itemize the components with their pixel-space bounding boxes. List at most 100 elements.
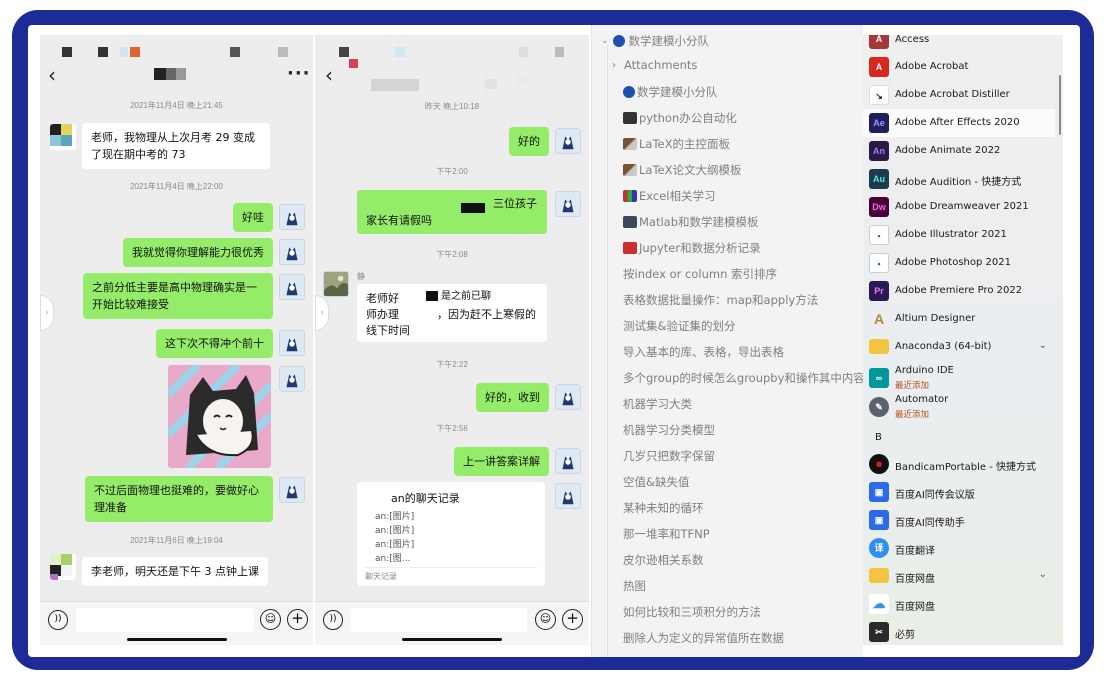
- more-options-icon[interactable]: ···: [287, 63, 311, 84]
- tree-item-label: 机器学习分类模型: [623, 423, 715, 437]
- app-name: Adobe Animate 2022: [895, 145, 1001, 156]
- message-bubble[interactable]: 三位孩子 家长有请假吗: [357, 190, 547, 234]
- scientist-icon: [623, 216, 637, 228]
- app-item-arduino[interactable]: ∞ Arduino IDE 最近添加: [863, 363, 1063, 393]
- tree-item[interactable]: LaTeX的主控面板: [623, 136, 730, 152]
- message-bubble[interactable]: 好的，收到: [476, 383, 549, 412]
- tree-item[interactable]: 按index or column 索引排序: [623, 266, 777, 282]
- teacher-avatar[interactable]: [279, 330, 305, 356]
- student-avatar[interactable]: [50, 554, 76, 580]
- teacher-avatar[interactable]: [279, 366, 305, 392]
- app-item-photoshop[interactable]: ▪ Adobe Photoshop 2021: [863, 249, 1063, 277]
- tree-item[interactable]: Excel相关学习: [623, 188, 715, 204]
- chevron-down-icon[interactable]: ⌄: [1039, 569, 1047, 580]
- tree-item[interactable]: LaTeX论文大纲模板: [623, 162, 741, 178]
- teacher-avatar[interactable]: [555, 128, 581, 154]
- tree-item[interactable]: 那一堆率和TFNP: [623, 526, 710, 542]
- app-item-premiere[interactable]: Pr Adobe Premiere Pro 2022: [863, 277, 1063, 305]
- back-icon[interactable]: ‹: [325, 65, 333, 85]
- tree-item[interactable]: 空值&缺失值: [623, 474, 689, 490]
- tree-item[interactable]: 多个group的时候怎么groupby和操作其中内容: [623, 370, 865, 386]
- sticker-image[interactable]: [168, 365, 271, 468]
- message-bubble[interactable]: 不过后面物理也挺难的，要做好心理准备: [85, 476, 273, 522]
- app-item-audition[interactable]: Au Adobe Audition - 快捷方式: [863, 165, 1063, 193]
- teacher-avatar[interactable]: [555, 191, 581, 217]
- tree-item[interactable]: 测试集&验证集的划分: [623, 318, 735, 334]
- teacher-avatar[interactable]: [279, 239, 305, 265]
- teacher-avatar[interactable]: [279, 204, 305, 230]
- tree-item[interactable]: 删除人为定义的异常值所在数据: [623, 630, 784, 646]
- tree-item[interactable]: 导入基本的库、表格，导出表格: [623, 344, 784, 360]
- message-bubble[interactable]: 李老师，明天还是下午 3 点钟上课: [82, 557, 268, 586]
- app-item-acrobat-distiller[interactable]: ↘ Adobe Acrobat Distiller: [863, 81, 1063, 109]
- teacher-avatar[interactable]: [555, 483, 581, 509]
- add-attachment-icon[interactable]: +: [562, 609, 583, 630]
- message-bubble[interactable]: 好哇: [233, 203, 273, 232]
- app-item-adobe-acrobat[interactable]: A Adobe Acrobat: [863, 53, 1063, 81]
- app-item-bijian[interactable]: ✂ 必剪: [863, 618, 1063, 645]
- chevron-down-icon[interactable]: ⌄: [1039, 340, 1047, 351]
- message-bubble[interactable]: 老师，我物理从上次月考 29 变成了现在期中考的 73: [82, 123, 270, 169]
- app-folder-anaconda[interactable]: Anaconda3 (64-bit) ⌄: [863, 333, 1063, 361]
- message-bubble[interactable]: 我就觉得你理解能力很优秀: [123, 238, 273, 267]
- app-item-baidu-ai-assistant[interactable]: ▣ 百度AI同传助手: [863, 506, 1063, 534]
- message-bubble[interactable]: 这下次不得冲个前十: [156, 329, 273, 358]
- tree-item-attachments[interactable]: › Attachments: [612, 58, 697, 72]
- message-bubble[interactable]: 好的: [509, 127, 549, 156]
- app-item-after-effects[interactable]: Ae Adobe After Effects 2020: [863, 109, 1055, 137]
- message-input[interactable]: [76, 608, 254, 632]
- teacher-avatar[interactable]: [555, 448, 581, 474]
- voice-input-icon[interactable]: )): [48, 610, 68, 630]
- tree-item[interactable]: 机器学习分类模型: [623, 422, 715, 438]
- mosaic-block: [395, 47, 405, 57]
- tree-item[interactable]: Jupyter和数据分析记录: [623, 240, 761, 256]
- message-bubble[interactable]: 上一讲答案详解: [454, 447, 549, 476]
- add-attachment-icon[interactable]: +: [287, 609, 308, 630]
- app-item-access[interactable]: A Access: [863, 35, 1063, 53]
- tree-root-item[interactable]: ⌄ 数学建模小分队: [601, 33, 709, 49]
- chat-input-bar: )) ☺ +: [40, 601, 313, 645]
- teacher-avatar[interactable]: [555, 384, 581, 410]
- message-bubble[interactable]: 老师好 是之前已聊 师办理 ，因为赶不上寒假的 线下时间: [357, 284, 547, 342]
- student-avatar[interactable]: [50, 124, 76, 150]
- voice-input-icon[interactable]: )): [323, 610, 343, 630]
- app-item-baidu-netdisk[interactable]: ☁ 百度网盘: [863, 590, 1063, 618]
- app-item-baidu-ai-meeting[interactable]: ▣ 百度AI同传会议版: [863, 478, 1063, 506]
- teacher-avatar[interactable]: [279, 477, 305, 503]
- tree-item[interactable]: 热图: [623, 578, 646, 594]
- app-item-illustrator[interactable]: ▪ Adobe Illustrator 2021: [863, 221, 1063, 249]
- altium-icon: A: [873, 311, 885, 327]
- app-item-animate[interactable]: An Adobe Animate 2022: [863, 137, 1063, 165]
- tree-item[interactable]: 如何比较和三项积分的方法: [623, 604, 761, 620]
- tree-item[interactable]: 表格数据批量操作：map和apply方法: [623, 292, 818, 308]
- message-input[interactable]: [351, 608, 527, 632]
- tree-item[interactable]: 数学建模小分队: [623, 84, 718, 100]
- app-item-altium[interactable]: A Altium Designer: [863, 305, 1063, 333]
- chevron-down-icon: ⌄: [601, 36, 609, 46]
- folder-icon: [869, 568, 889, 583]
- message-bubble[interactable]: 之前分低主要是高中物理确实是一开始比较难接受: [83, 273, 273, 319]
- animate-icon: An: [869, 141, 889, 161]
- chat-timestamp: 2021年11月4日 晚上22:00: [130, 182, 223, 191]
- app-name: Adobe Dreamweaver 2021: [895, 201, 1029, 212]
- tree-item[interactable]: python办公自动化: [623, 110, 737, 126]
- emoji-icon[interactable]: ☺: [535, 609, 556, 630]
- emoji-icon[interactable]: ☺: [260, 609, 281, 630]
- teacher-avatar[interactable]: [279, 274, 305, 300]
- tree-item[interactable]: 皮尔逊相关系数: [623, 552, 704, 568]
- app-folder-baidu-netdisk[interactable]: 百度网盘 ⌄: [863, 562, 1063, 590]
- tree-item[interactable]: Matlab和数学建模模板: [623, 214, 759, 230]
- tree-item[interactable]: 某种未知的循环: [623, 500, 704, 516]
- app-item-bandicam[interactable]: ● BandicamPortable - 快捷方式: [863, 450, 1063, 478]
- section-letter[interactable]: B: [875, 432, 882, 443]
- tree-item-label: 删除人为定义的异常值所在数据: [623, 631, 784, 645]
- app-item-automator[interactable]: ✎ Automator 最近添加: [863, 392, 1063, 422]
- parent-avatar[interactable]: [323, 271, 349, 297]
- arduino-icon: ∞: [869, 368, 889, 388]
- app-item-dreamweaver[interactable]: Dw Adobe Dreamweaver 2021: [863, 193, 1063, 221]
- back-icon[interactable]: ‹: [48, 65, 56, 85]
- app-item-baidu-translate[interactable]: 译 百度翻译: [863, 534, 1063, 562]
- tree-item[interactable]: 几岁只把数字保留: [623, 448, 715, 464]
- tree-item[interactable]: 机器学习大类: [623, 396, 692, 412]
- chat-record-card[interactable]: an的聊天记录 an:[图片] an:[图片] an:[图片] an:[图...…: [357, 482, 545, 586]
